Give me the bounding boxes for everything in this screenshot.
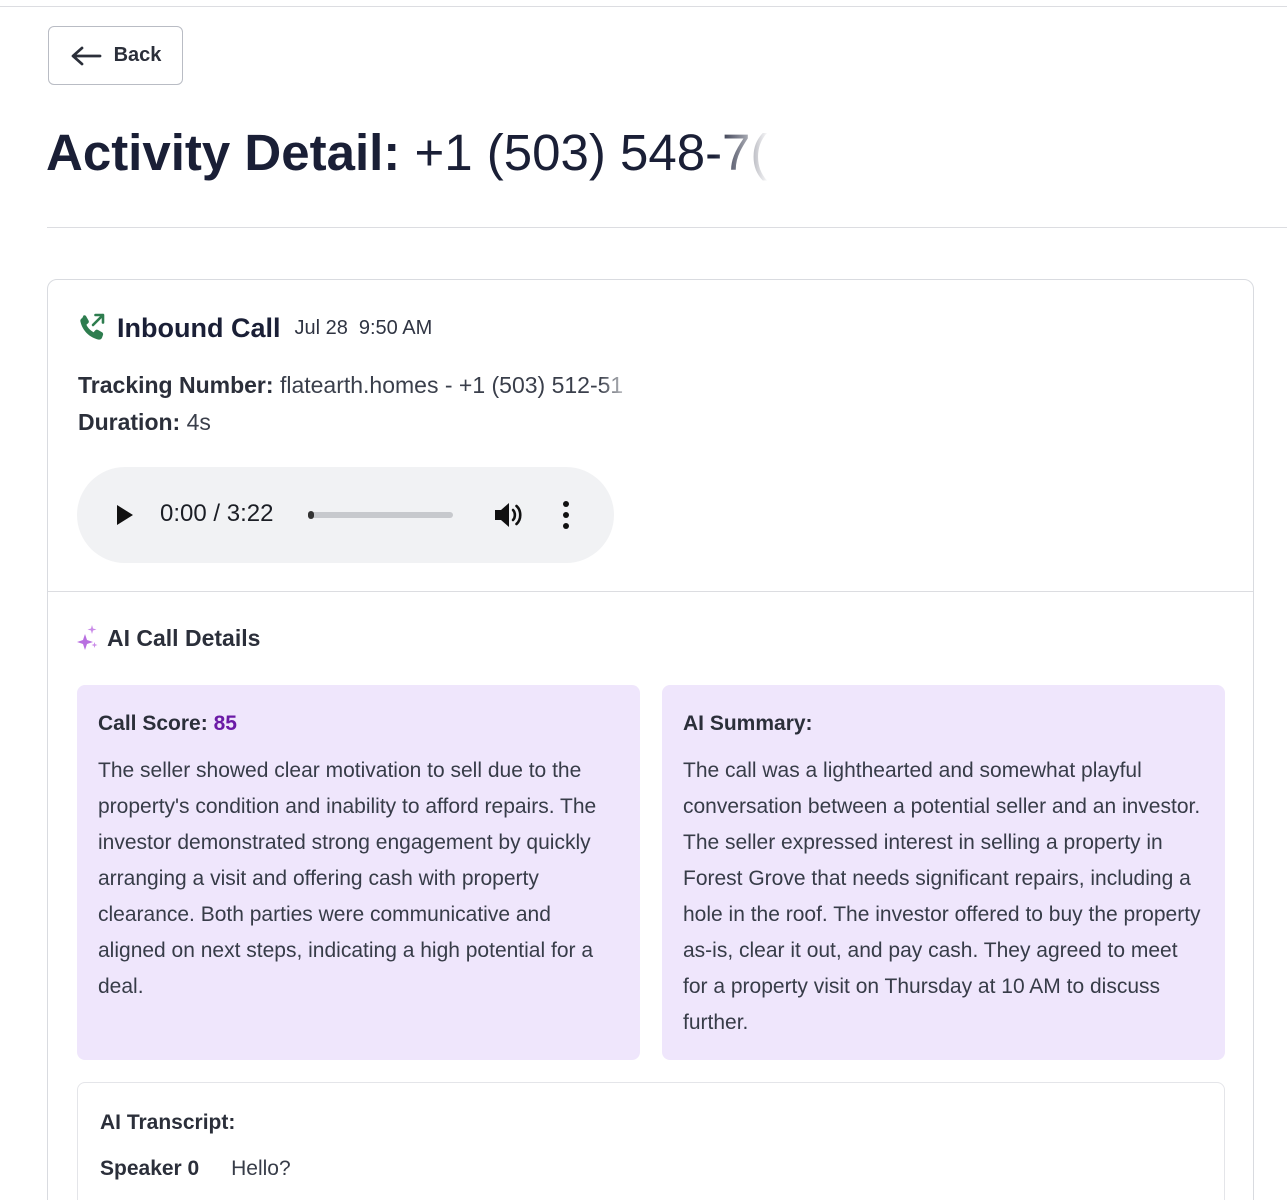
call-time: 9:50 AM	[358, 316, 433, 339]
call-duration: Duration: 4s	[78, 409, 211, 436]
duration-label: Duration:	[78, 409, 181, 435]
call-score-value: 85	[213, 712, 237, 735]
page-title-phone: +1 (503) 548-7(	[414, 124, 768, 181]
more-options-icon[interactable]	[561, 499, 571, 531]
ai-summary-panel: AI Summary: The call was a lighthearted …	[662, 685, 1225, 1060]
tracking-label: Tracking Number:	[78, 372, 274, 398]
call-score-panel: Call Score: 85 The seller showed clear m…	[77, 685, 640, 1060]
page-title-label: Activity Detail:	[46, 124, 401, 181]
phone-inbound-icon	[80, 313, 105, 340]
ai-transcript-title: AI Transcript:	[100, 1111, 236, 1134]
call-score-text: The seller showed clear motivation to se…	[98, 759, 597, 998]
page-title: Activity Detail: +1 (503) 548-7(	[46, 120, 767, 186]
transcript-text: Hello?	[231, 1157, 291, 1180]
seek-handle[interactable]	[308, 511, 314, 519]
ai-call-details-header: AI Call Details	[76, 624, 260, 652]
section-divider	[47, 227, 1287, 228]
ai-transcript-panel: AI Transcript: Speaker 0 Hello?	[77, 1082, 1225, 1200]
back-button[interactable]: Back	[48, 26, 183, 85]
arrow-left-icon	[71, 46, 101, 65]
call-header: Inbound Call Jul 28 9:50 AM	[76, 310, 432, 346]
volume-icon[interactable]	[493, 500, 525, 530]
audio-player: 0:00 / 3:22	[77, 467, 614, 563]
card-divider	[48, 591, 1253, 592]
call-date: Jul 28	[294, 316, 348, 339]
ai-summary-title: AI Summary:	[683, 712, 813, 735]
call-score-label: Call Score:	[98, 712, 208, 735]
tracking-value: flatearth.homes - +1 (503) 512-51	[279, 372, 624, 398]
tracking-number: Tracking Number: flatearth.homes - +1 (5…	[78, 372, 623, 399]
transcript-line: Speaker 0 Hello?	[100, 1157, 291, 1181]
sparkle-icon	[77, 625, 98, 650]
transcript-speaker: Speaker 0	[100, 1157, 200, 1180]
ai-call-details-label: AI Call Details	[107, 624, 261, 651]
activity-card: Inbound Call Jul 28 9:50 AM Tracking Num…	[47, 279, 1254, 1200]
call-score-title: Call Score: 85	[98, 709, 619, 739]
play-icon[interactable]	[115, 503, 135, 527]
call-type: Inbound Call	[117, 312, 281, 343]
seek-bar[interactable]	[308, 511, 453, 519]
back-label: Back	[113, 44, 162, 66]
top-divider	[0, 6, 1287, 7]
ai-summary-text: The call was a lighthearted and somewhat…	[683, 759, 1201, 1034]
duration-value: 4s	[186, 409, 211, 435]
player-time: 0:00 / 3:22	[160, 500, 274, 527]
